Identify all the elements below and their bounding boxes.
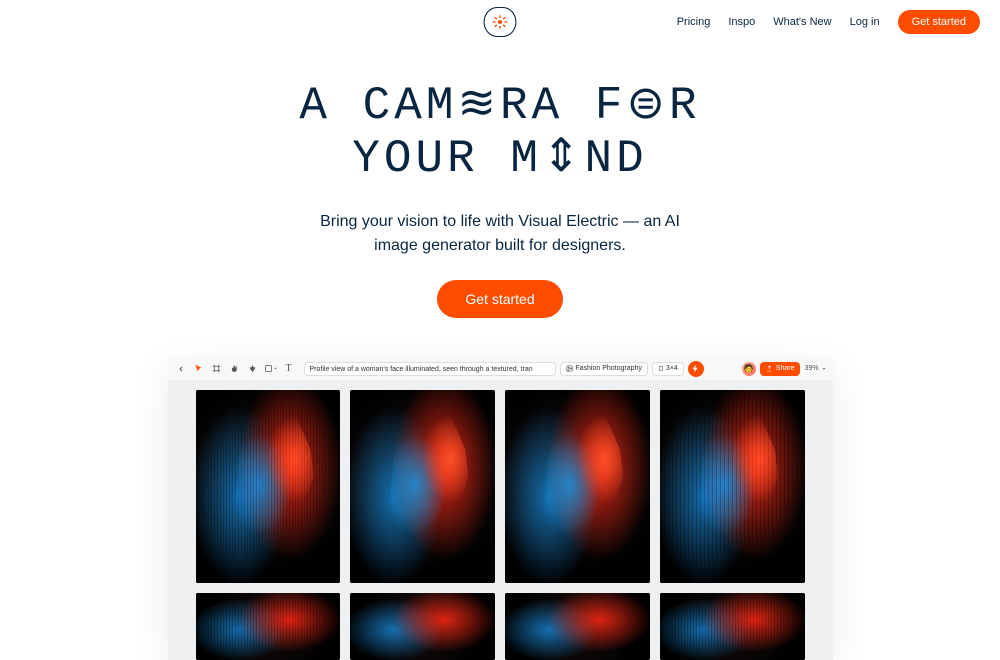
generated-image[interactable] <box>660 390 805 583</box>
canvas-grid-row2[interactable] <box>168 583 833 660</box>
prompt-input[interactable]: Profile view of a woman's face illuminat… <box>304 362 557 376</box>
hero-title-line2: YOUR M⇕ND <box>352 133 647 185</box>
nav-login[interactable]: Log in <box>850 16 880 28</box>
shape-icon[interactable] <box>264 362 278 376</box>
generated-image[interactable] <box>505 390 650 583</box>
generated-image[interactable] <box>505 593 650 660</box>
share-button[interactable]: Share <box>760 362 801 376</box>
cursor-icon[interactable] <box>192 362 206 376</box>
hero-title-line1: A CAM≋RA F⊜R <box>299 80 700 132</box>
hero-title: A CAM≋RA F⊜R YOUR M⇕ND <box>299 80 700 186</box>
site-header: Pricing Inspo What's New Log in Get star… <box>0 0 1000 44</box>
zoom-control[interactable]: 39% <box>804 365 826 372</box>
generated-image[interactable] <box>196 593 341 660</box>
ratio-chip[interactable]: 3×4 <box>652 362 684 376</box>
image-icon <box>566 365 573 372</box>
text-icon[interactable]: T <box>282 362 296 376</box>
aspect-icon <box>658 365 664 372</box>
generated-image[interactable] <box>660 593 805 660</box>
generated-image[interactable] <box>350 593 495 660</box>
style-chip[interactable]: Fashion Photography <box>560 362 648 376</box>
app-preview: T Profile view of a woman's face illumin… <box>168 358 833 660</box>
chevron-down-icon <box>821 366 827 372</box>
back-icon[interactable] <box>174 362 188 376</box>
primary-nav: Pricing Inspo What's New Log in Get star… <box>677 0 980 44</box>
hand-icon[interactable] <box>228 362 242 376</box>
logo[interactable] <box>484 7 517 37</box>
share-icon <box>766 365 773 372</box>
generated-image[interactable] <box>350 390 495 583</box>
nav-inspo[interactable]: Inspo <box>728 16 755 28</box>
bolt-icon <box>691 364 700 373</box>
nav-cta-button[interactable]: Get started <box>898 10 980 34</box>
app-toolbar: T Profile view of a woman's face illumin… <box>168 358 833 380</box>
sunburst-icon <box>491 14 509 30</box>
pen-icon[interactable] <box>246 362 260 376</box>
user-avatar[interactable]: 🧑 <box>742 362 756 376</box>
nav-whats-new[interactable]: What's New <box>773 16 831 28</box>
generated-image[interactable] <box>196 390 341 583</box>
hero-cta-button[interactable]: Get started <box>437 280 562 318</box>
canvas-grid[interactable] <box>168 380 833 583</box>
hero-section: A CAM≋RA F⊜R YOUR M⇕ND Bring your vision… <box>0 80 1000 318</box>
generate-button[interactable] <box>688 361 704 377</box>
frame-icon[interactable] <box>210 362 224 376</box>
nav-pricing[interactable]: Pricing <box>677 16 711 28</box>
hero-subtitle: Bring your vision to life with Visual El… <box>0 210 1000 258</box>
